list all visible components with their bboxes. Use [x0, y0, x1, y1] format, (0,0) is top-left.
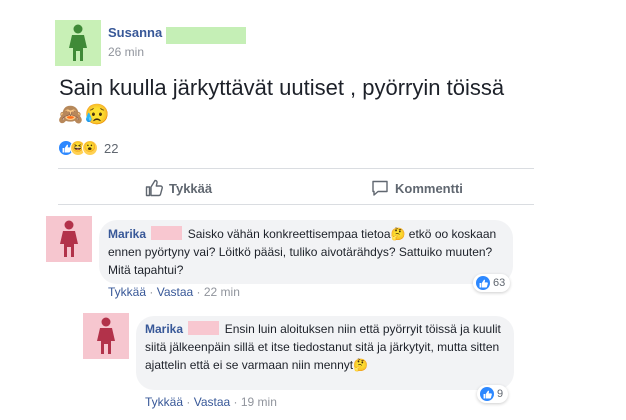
thinking-face-emoji: 🤔	[353, 358, 369, 372]
thinking-face-emoji: 🤔	[390, 227, 406, 241]
see-no-evil-monkey-emoji: 🙈	[58, 104, 83, 126]
comment-author-name[interactable]: Marika	[108, 227, 146, 241]
reply-like-count[interactable]: 9	[477, 385, 509, 403]
female-figure-icon	[69, 24, 87, 61]
comment-like-count[interactable]: 63	[473, 274, 511, 292]
comment-body: Marika Saisko vähän konkreettisempaa tie…	[108, 225, 504, 279]
author-surname-redaction	[166, 27, 246, 44]
reply-timestamp[interactable]: 19 min	[241, 395, 277, 409]
post-divider-bottom	[58, 204, 534, 205]
reply-body: Marika Ensin luin aloituksen niin että p…	[145, 320, 507, 374]
comment-text-part1: Saisko vähän konkreettisempaa tietoa	[187, 227, 391, 241]
comment-button[interactable]: Kommentti	[371, 179, 463, 197]
sad-relieved-face-emoji: 😥	[84, 104, 110, 126]
meta-separator: ·	[186, 395, 191, 409]
reply-bubble: Marika Ensin luin aloituksen niin että p…	[136, 316, 514, 390]
reply-like-number: 9	[497, 388, 504, 400]
comment-timestamp[interactable]: 22 min	[204, 285, 240, 299]
like-reaction-icon	[480, 387, 494, 401]
comment-like-number: 63	[493, 277, 506, 289]
reply-meta: Tykkää · Vastaa · 19 min	[145, 395, 277, 409]
reaction-count[interactable]: 22	[104, 141, 118, 156]
female-figure-icon	[60, 220, 78, 257]
thumbs-up-icon	[145, 179, 163, 197]
wow-reaction-icon: 😮	[82, 140, 98, 156]
post-emojis: 🙈 😥	[58, 105, 110, 125]
reply-author-name[interactable]: Marika	[145, 322, 183, 336]
reply-author-avatar[interactable]	[83, 313, 129, 359]
post-timestamp[interactable]: 26 min	[108, 45, 144, 59]
female-figure-icon	[97, 317, 115, 354]
author-surname-redaction	[151, 226, 183, 240]
like-reaction-icon	[476, 276, 490, 290]
like-button-label: Tykkää	[169, 180, 213, 196]
comment-bubble: Marika Saisko vähän konkreettisempaa tie…	[99, 220, 513, 284]
reply-reply-link[interactable]: Vastaa	[194, 395, 230, 409]
meta-separator: ·	[149, 285, 154, 299]
reply-like-link[interactable]: Tykkää	[145, 395, 183, 409]
post-divider-top	[58, 168, 534, 169]
comment-reply-link[interactable]: Vastaa	[157, 285, 193, 299]
meta-separator: ·	[196, 285, 201, 299]
comment-like-link[interactable]: Tykkää	[108, 285, 146, 299]
meta-separator: ·	[233, 395, 238, 409]
like-button[interactable]: Tykkää	[145, 179, 212, 197]
post-author-name[interactable]: Susanna	[108, 25, 162, 40]
post-text: Sain kuulla järkyttävät uutiset , pyörry…	[59, 75, 505, 100]
speech-bubble-icon	[372, 180, 388, 196]
post-author-avatar[interactable]	[55, 20, 101, 66]
comment-button-label: Kommentti	[395, 180, 463, 196]
comment-author-avatar[interactable]	[46, 216, 92, 262]
reaction-summary[interactable]: 😆 😮 22	[58, 140, 118, 156]
comment-meta: Tykkää · Vastaa · 22 min	[108, 285, 240, 299]
author-surname-redaction	[188, 321, 220, 335]
